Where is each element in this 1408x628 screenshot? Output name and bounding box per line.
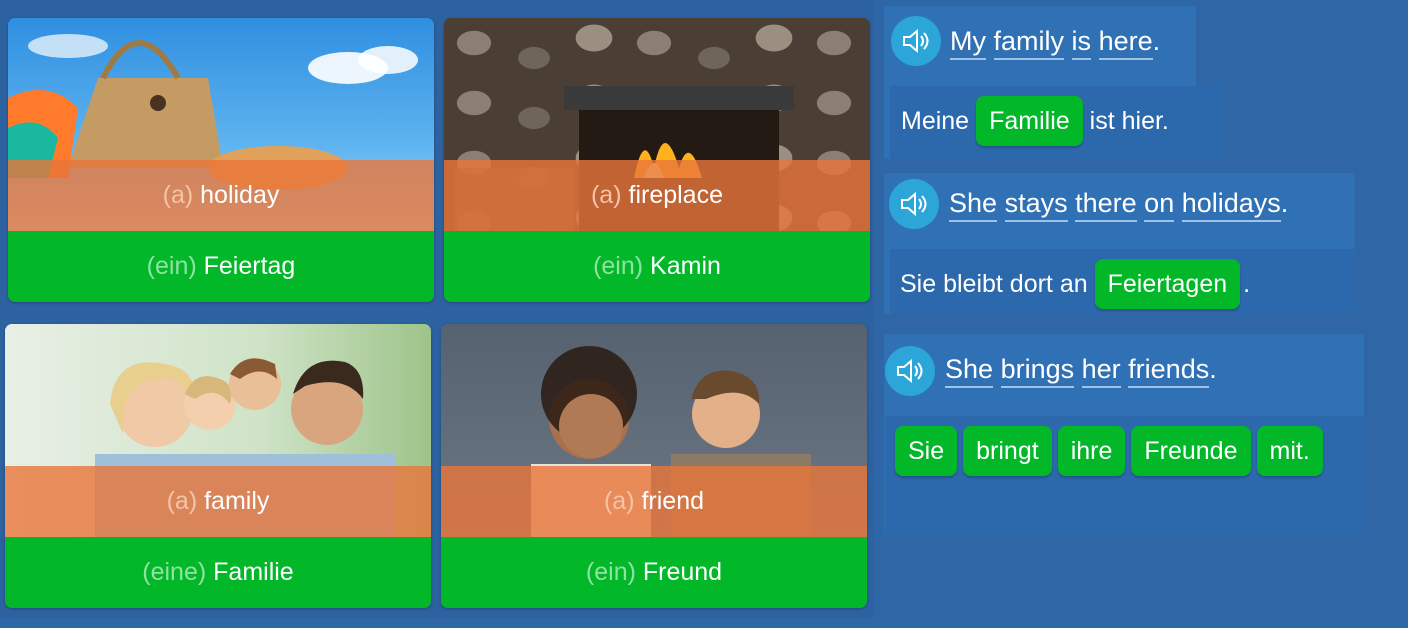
vocab-card-friend[interactable]: (a) friend (ein) Freund — [441, 324, 867, 608]
word-choice-chip[interactable]: Sie — [895, 426, 958, 476]
sentence-word[interactable]: there — [1075, 188, 1137, 222]
word-choice-chip[interactable]: ihre — [1057, 426, 1126, 476]
sentence-word[interactable]: She — [949, 188, 998, 222]
sentence-word[interactable]: family — [993, 26, 1065, 60]
german-answer: Sie bleibt dort an Feiertagen . — [900, 259, 1250, 309]
answer-area: Meine Familie ist hier. — [890, 86, 1224, 159]
vocab-card-family[interactable]: (a) family (eine) Familie — [5, 324, 431, 608]
word-choices: Sie bringt ihre Freunde mit. — [895, 426, 1323, 476]
sentence-word[interactable]: holidays — [1181, 188, 1281, 222]
english-term: (a) fireplace — [444, 160, 870, 231]
english-sentence: She brings her friends. — [945, 354, 1217, 388]
exercise-1: My family is here. Meine Familie ist hie… — [884, 6, 1224, 159]
vocab-card-holiday[interactable]: (a) holiday (ein) Feiertag — [8, 18, 434, 302]
english-sentence: My family is here. — [950, 26, 1161, 60]
sentence-word[interactable]: stays — [1004, 188, 1068, 222]
english-sentence: She stays there on holidays. — [949, 188, 1289, 222]
german-term: (ein) Kamin — [444, 231, 870, 302]
exercises-column: My family is here. Meine Familie ist hie… — [874, 0, 1408, 628]
answer-chip[interactable]: Familie — [976, 96, 1083, 146]
word-bank: Sie bringt ihre Freunde mit. — [885, 416, 1364, 534]
word-choice-chip[interactable]: mit. — [1256, 426, 1323, 476]
exercise-2: She stays there on holidays. Sie bleibt … — [884, 173, 1355, 314]
sentence-word[interactable]: is — [1071, 26, 1092, 60]
sentence-word[interactable]: here — [1098, 26, 1153, 60]
vocab-card-fireplace[interactable]: (a) fireplace (ein) Kamin — [444, 18, 870, 302]
german-term: (ein) Freund — [441, 537, 867, 608]
sentence-word[interactable]: My — [950, 26, 986, 60]
english-term: (a) friend — [441, 466, 867, 537]
answer-chip[interactable]: Feiertagen — [1094, 259, 1241, 309]
english-term: (a) family — [5, 466, 431, 537]
speaker-icon[interactable] — [889, 179, 939, 229]
german-answer: Meine Familie ist hier. — [901, 96, 1169, 146]
sentence-punctuation: . — [1280, 188, 1289, 218]
german-term: (ein) Feiertag — [8, 231, 434, 302]
speaker-icon[interactable] — [891, 16, 941, 66]
german-term: (eine) Familie — [5, 537, 431, 608]
sentence-word[interactable]: her — [1081, 354, 1121, 388]
sentence-punctuation: . — [1209, 354, 1217, 384]
sentence-word[interactable]: friends — [1128, 354, 1210, 388]
sentence-word[interactable]: She — [945, 354, 994, 388]
sentence-punctuation: . — [1152, 26, 1161, 56]
sentence-word[interactable]: on — [1144, 188, 1175, 222]
english-term: (a) holiday — [8, 160, 434, 231]
exercise-3: She brings her friends. Sie bringt ihre … — [884, 334, 1364, 534]
answer-area: Sie bleibt dort an Feiertagen . — [890, 249, 1355, 314]
word-choice-chip[interactable]: Freunde — [1131, 426, 1251, 476]
speaker-icon[interactable] — [885, 346, 935, 396]
sentence-word[interactable]: brings — [1000, 354, 1075, 388]
vocabulary-cards-panel: (a) holiday (ein) Feiertag (a) fireplace… — [0, 0, 874, 617]
word-choice-chip[interactable]: bringt — [963, 426, 1052, 476]
